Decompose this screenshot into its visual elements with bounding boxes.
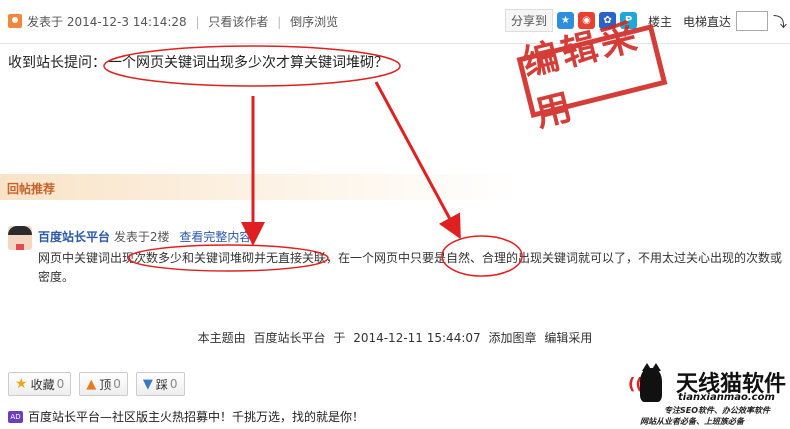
reply-author-link[interactable]: 百度站长平台 [38, 230, 110, 244]
favorite-count: 0 [56, 377, 65, 391]
brand-watermark: (( 天线猫软件 tianxianmao.com 专注SEO软件、办公效率软件 … [626, 363, 790, 429]
downvote-button[interactable]: ▼ 踩 0 [135, 372, 185, 396]
ad-badge: AD [8, 410, 23, 423]
post-actions: ★ 收藏 0 ▲ 顶 0 ▼ 踩 0 [8, 372, 185, 396]
topic-time: 2014-12-11 15:44:07 [353, 331, 481, 345]
jump-input[interactable] [736, 11, 768, 31]
question-text: 收到站长提问： 一个网页关键词出现多少次才算关键词堆砌？ [8, 52, 388, 72]
editor-stamp: 编辑采用 [516, 16, 668, 135]
thumb-down-icon: ▼ [142, 376, 153, 392]
divider: | [195, 15, 200, 29]
topic-info: 本主题由 百度站长平台 于 2014-12-11 15:44:07 添加图章 编… [0, 329, 790, 346]
only-author-link[interactable]: 只看该作者 [208, 15, 268, 29]
upvote-label: 顶 [99, 377, 112, 392]
favorite-label: 收藏 [30, 377, 55, 392]
ad-line[interactable]: AD 百度站长平台—社区版主火热招募中！千挑万选，找的就是你！ [8, 408, 364, 425]
favorite-button[interactable]: ★ 收藏 0 [8, 372, 72, 396]
topic-author: 百度站长平台 [253, 331, 326, 345]
downvote-count: 0 [169, 377, 178, 391]
recommend-label: 回帖推荐 [7, 182, 56, 196]
reply-body: 网页中关键词出现次数多少和关键词堆砌并无直接关联，在一个网页中只要是自然、合理的… [38, 251, 783, 284]
topic-action: 添加图章 [488, 331, 537, 345]
post-info: 发表于 2014-12-3 14:14:28 | 只看该作者 | 倒序浏览 [27, 13, 338, 30]
post-header-bar: 发表于 2014-12-3 14:14:28 | 只看该作者 | 倒序浏览 分享… [0, 0, 790, 44]
annotation-arrow-right [374, 81, 461, 240]
view-full-content-link[interactable]: 查看完整内容 [179, 230, 251, 244]
reply-meta: 发表于2楼 [113, 230, 170, 244]
topic-stamp-name: 编辑采用 [544, 331, 593, 345]
jump-label: 电梯直达 [683, 15, 732, 29]
ad-text[interactable]: 百度站长平台—社区版主火热招募中！千挑万选，找的就是你！ [28, 408, 364, 425]
thumb-up-icon: ▲ [86, 376, 97, 392]
divider: | [277, 15, 282, 29]
posted-label: 发表于 [27, 15, 64, 29]
user-icon [8, 14, 22, 28]
brand-tagline-2: 网站从业者必备、上班族必备 [640, 417, 744, 426]
upvote-count: 0 [113, 377, 121, 391]
upvote-button[interactable]: ▲ 顶 0 [79, 372, 128, 396]
cat-logo-icon [640, 363, 662, 402]
question-body: 一个网页关键词出现多少次才算关键词堆砌？ [108, 55, 388, 71]
recommend-bar: 回帖推荐 [0, 174, 520, 200]
brand-domain: tianxianmao.com [678, 392, 775, 403]
avatar[interactable] [8, 226, 32, 250]
reply-header: 百度站长平台 发表于2楼 查看完整内容 [38, 228, 251, 245]
jump-go-icon[interactable]: ⤵ [773, 12, 787, 32]
question-prefix: 收到站长提问： [8, 55, 106, 71]
posted-time: 2014-12-3 14:14:28 [66, 15, 187, 29]
star-icon: ★ [15, 376, 28, 392]
reverse-browse-link[interactable]: 倒序浏览 [290, 15, 338, 29]
topic-at: 于 [333, 331, 346, 345]
brand-tagline-1: 专注SEO软件、办公效率软件 [664, 406, 771, 415]
topic-prefix: 本主题由 [197, 331, 246, 345]
downvote-label: 踩 [155, 377, 168, 392]
